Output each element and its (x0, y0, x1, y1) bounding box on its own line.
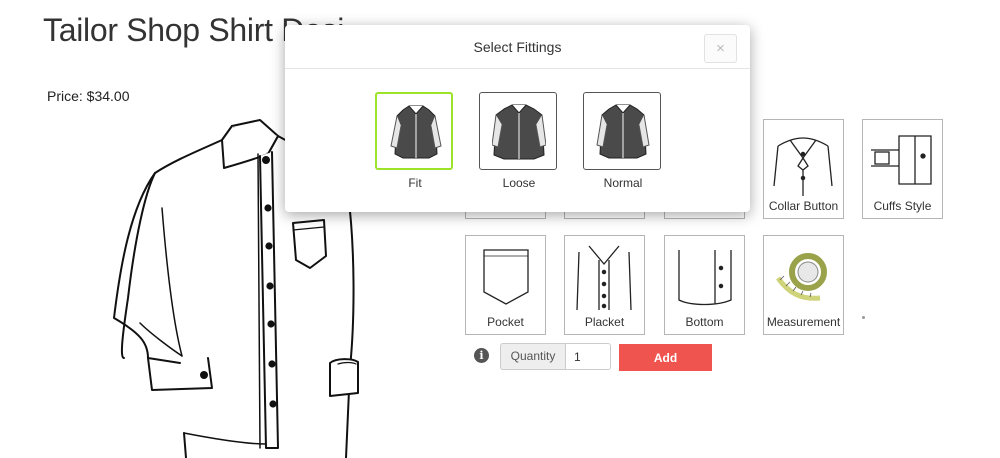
option-cuffs-style[interactable]: Cuffs Style (862, 119, 943, 219)
option-label: Placket (584, 315, 625, 329)
fitting-thumb (583, 92, 661, 170)
option-label: Cuffs Style (873, 199, 932, 213)
option-label: Pocket (487, 315, 524, 329)
measuring-tape-icon (775, 253, 827, 301)
option-measurement[interactable]: Measurement (763, 235, 844, 335)
option-label: Collar Button (768, 199, 839, 213)
quantity-label: Quantity (500, 343, 565, 370)
fit-shirt-icon (390, 105, 442, 159)
loose-shirt-icon (492, 104, 546, 160)
placket-icon (576, 245, 632, 311)
fitting-thumb (375, 92, 453, 170)
modal-divider (285, 68, 750, 69)
select-fittings-modal: Select Fittings × Fit Loose Normal (285, 25, 750, 212)
info-icon[interactable]: i (474, 348, 489, 363)
fitting-option-normal[interactable]: Normal (583, 92, 663, 192)
option-bottom[interactable]: Bottom (664, 235, 745, 335)
option-label: Measurement (766, 315, 841, 329)
add-button[interactable]: Add (619, 344, 712, 371)
fitting-label: Normal (603, 176, 643, 190)
fitting-option-fit[interactable]: Fit (375, 92, 455, 192)
close-button[interactable]: × (704, 34, 737, 63)
option-label: Bottom (685, 315, 724, 329)
option-pocket[interactable]: Pocket (465, 235, 546, 335)
option-collar-button[interactable]: Collar Button (763, 119, 844, 219)
quantity-group: Quantity (500, 343, 611, 370)
option-placket[interactable]: Placket (564, 235, 645, 335)
modal-title: Select Fittings (473, 39, 562, 55)
fitting-option-loose[interactable]: Loose (479, 92, 559, 192)
decorative-dot (862, 316, 865, 319)
collar-button-icon (773, 137, 833, 196)
fitting-thumb (479, 92, 557, 170)
price-label: Price: $34.00 (47, 88, 130, 104)
quantity-input[interactable] (565, 343, 611, 370)
normal-shirt-icon (596, 104, 650, 159)
fitting-label: Fit (408, 176, 422, 190)
fitting-label: Loose (502, 176, 536, 190)
bottom-icon (678, 250, 732, 306)
cuffs-style-icon (871, 135, 932, 185)
pocket-icon (483, 249, 529, 305)
